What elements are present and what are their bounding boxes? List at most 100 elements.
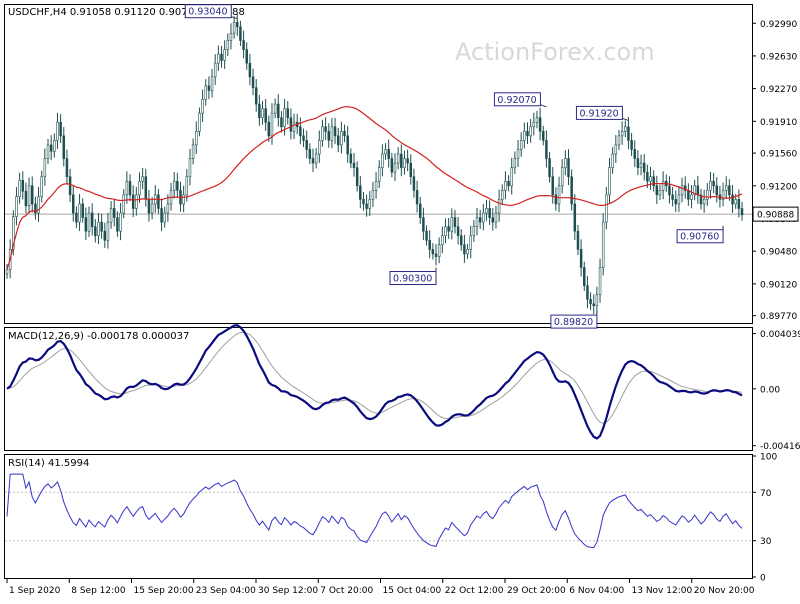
- candle-body: [393, 162, 397, 173]
- candle-body: [314, 153, 318, 164]
- candle-body: [504, 180, 507, 191]
- candle-body: [516, 149, 520, 159]
- candle-body: [579, 249, 583, 268]
- rsi-title: RSI(14) 41.5994: [8, 458, 89, 469]
- candle-body: [447, 226, 450, 232]
- candle-body: [608, 167, 611, 196]
- rsi-panel-frame: [4, 454, 753, 579]
- time-tick-label: 1 Sep 2020: [9, 586, 61, 596]
- rsi-line: [6, 473, 743, 549]
- candle-body: [450, 217, 454, 232]
- annotation-label: 0.91920: [579, 108, 618, 119]
- candle-body: [418, 203, 422, 218]
- candle-body: [709, 180, 712, 191]
- candle-body: [441, 235, 444, 246]
- candle-body: [128, 180, 132, 196]
- rsi-tick-label: 100: [760, 453, 777, 463]
- candle-body: [532, 121, 536, 128]
- candle-body: [428, 239, 431, 250]
- annotation-label: 0.90300: [393, 274, 432, 285]
- candle-body: [333, 126, 337, 137]
- candle-body: [538, 117, 542, 132]
- candle-body: [68, 176, 72, 196]
- candle-body: [617, 135, 621, 146]
- candle-body: [302, 135, 305, 141]
- candle-body: [507, 180, 510, 187]
- candle-body: [254, 87, 258, 105]
- candle-body: [377, 167, 381, 182]
- candle-body: [529, 126, 532, 137]
- macd-tick-label: 0.00: [760, 385, 780, 395]
- candle-body: [712, 180, 715, 187]
- candle-body: [46, 144, 50, 159]
- candle-body: [494, 212, 498, 223]
- price-tick-label: 0.89770: [760, 312, 797, 322]
- candle-body: [346, 135, 349, 155]
- candle-body: [620, 131, 624, 137]
- macd-signal-line: [6, 331, 743, 424]
- candle-body: [78, 203, 81, 223]
- candle-body: [497, 199, 501, 214]
- candle-body: [352, 162, 356, 168]
- candle-body: [286, 108, 289, 118]
- candle-body: [384, 149, 387, 155]
- time-tick-label: 7 Oct 20:00: [320, 586, 373, 596]
- candle-body: [485, 208, 488, 214]
- rsi-tick-label: 0: [760, 574, 766, 584]
- candle-body: [573, 203, 577, 232]
- candle-body: [217, 53, 220, 64]
- candle-body: [564, 158, 567, 168]
- macd-tick-label: -0.00416: [760, 442, 800, 452]
- candle-body: [90, 212, 94, 227]
- candle-body: [491, 217, 495, 223]
- annotation-label: 0.89820: [554, 317, 593, 328]
- candle-body: [431, 249, 435, 255]
- candle-body: [62, 135, 66, 159]
- candle-body: [658, 190, 662, 196]
- candle-body: [488, 208, 491, 218]
- candle-body: [160, 208, 163, 223]
- current-price-label: 0.90888: [757, 211, 794, 221]
- candle-body: [144, 176, 148, 200]
- chart-svg: ActionForex.com USDCHF,H4 0.91058 0.9112…: [4, 4, 800, 596]
- candle-body: [583, 267, 586, 286]
- candle-body: [460, 235, 463, 246]
- candle-body: [157, 194, 160, 209]
- candle-body: [674, 199, 677, 205]
- candle-body: [245, 49, 248, 64]
- candle-body: [81, 203, 84, 218]
- candle-body: [207, 85, 211, 91]
- time-axis: 1 Sep 2020 8 Sep 12:00 15 Sep 20:00 23 Sep …: [6, 579, 755, 596]
- candle-body: [586, 285, 589, 300]
- candle-body: [267, 121, 271, 137]
- candle-body: [589, 298, 592, 305]
- price-tick-label: 0.91200: [760, 182, 797, 192]
- candle-body: [415, 190, 419, 205]
- candle-body: [731, 194, 734, 205]
- time-tick-label: 15 Oct 04:00: [383, 586, 442, 596]
- candle-body: [103, 230, 107, 241]
- candle-body: [176, 180, 179, 191]
- candle-body: [466, 249, 469, 255]
- candle-body: [131, 194, 135, 209]
- candle-body: [242, 40, 245, 50]
- candle-body: [444, 226, 447, 237]
- candle-body: [289, 117, 293, 132]
- candle-body: [116, 217, 119, 232]
- candle-body: [24, 190, 28, 207]
- candle-body: [668, 185, 671, 196]
- candle-body: [277, 103, 280, 118]
- candle-body: [330, 126, 334, 141]
- candle-body: [642, 162, 646, 173]
- candle-body: [343, 131, 346, 137]
- candle-body: [598, 267, 602, 296]
- rsi-axis: 100 70 30 0: [752, 453, 777, 584]
- candle-body: [425, 230, 428, 241]
- candle-body: [639, 162, 643, 168]
- candle-body: [463, 244, 466, 255]
- candle-body: [94, 226, 97, 237]
- candle-body: [469, 235, 472, 250]
- candle-body: [223, 49, 226, 61]
- candle-body: [40, 176, 43, 197]
- candle-body: [336, 135, 340, 146]
